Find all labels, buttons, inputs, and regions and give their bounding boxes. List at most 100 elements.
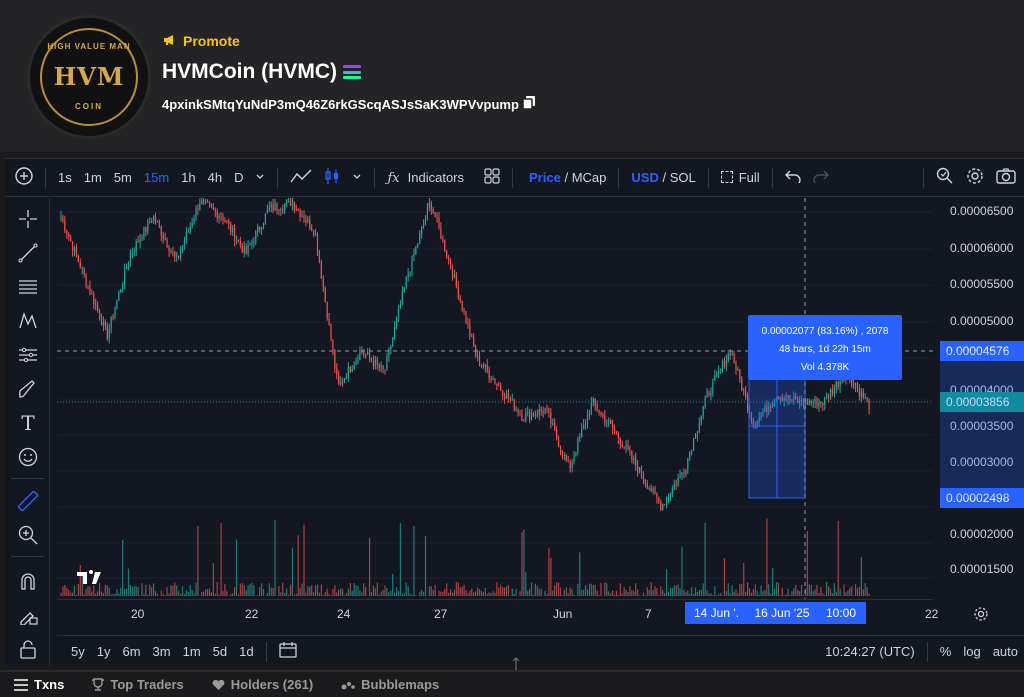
log-toggle[interactable]: log [957, 644, 986, 659]
quick-search-icon[interactable] [930, 167, 960, 188]
candle-body [280, 209, 282, 211]
volume-bar [758, 594, 760, 596]
candle-body [490, 378, 492, 380]
volume-bar [409, 593, 411, 596]
zoom-in-icon[interactable] [17, 524, 39, 546]
tradingview-logo[interactable] [77, 570, 107, 586]
ruler-icon[interactable] [17, 490, 39, 512]
camera-icon[interactable] [990, 168, 1024, 187]
brush-icon[interactable] [17, 378, 39, 400]
volume-bar [532, 595, 535, 596]
candle-body [646, 483, 648, 489]
redo-icon[interactable] [807, 169, 835, 186]
line-chart-icon[interactable] [284, 168, 318, 187]
sol-option[interactable]: SOL [670, 170, 696, 185]
tab-txns[interactable]: Txns [0, 677, 78, 692]
promote-button[interactable]: Promote [163, 33, 240, 49]
range-1m[interactable]: 1m [177, 644, 207, 659]
auto-toggle[interactable]: auto [987, 644, 1024, 659]
trendline-icon[interactable] [17, 242, 39, 264]
measure-volume: Vol 4.378K [800, 362, 850, 373]
indicators-button[interactable]: ƒx Indicators [381, 170, 470, 186]
volume-bar [735, 589, 737, 596]
price-mcap-toggle[interactable]: Price / MCap [519, 170, 612, 185]
candle-body [95, 304, 97, 306]
horizontal-lines-icon[interactable] [17, 276, 39, 298]
volume-bar [525, 572, 527, 596]
interval-D[interactable]: D [228, 170, 249, 185]
chevron-down-icon[interactable] [249, 170, 271, 185]
candle-body [210, 204, 213, 207]
candle-body [241, 245, 243, 253]
time-axis[interactable]: 20 22 24 27 Jun 7 22 14 Jun '. 16 Jun '2… [57, 599, 938, 625]
lock-icon[interactable] [17, 638, 39, 660]
price-option[interactable]: Price [529, 170, 561, 185]
volume-bar [773, 588, 776, 596]
price-axis[interactable]: 0.00006500 0.00006000 0.00005500 0.00005… [940, 198, 1024, 599]
utc-clock[interactable]: 10:24:27 (UTC) [819, 644, 921, 659]
range-1d[interactable]: 1d [233, 644, 259, 659]
range-5d[interactable]: 5d [207, 644, 233, 659]
pattern-icon[interactable] [17, 310, 39, 332]
candle-body [662, 504, 664, 511]
interval-1s[interactable]: 1s [52, 170, 78, 185]
volume-bar [318, 592, 321, 596]
text-tool-icon[interactable]: T [17, 411, 39, 435]
candlestick-icon[interactable] [318, 167, 346, 188]
volume-bar [546, 593, 548, 596]
volume-bar [62, 586, 64, 596]
chevron-down-icon[interactable] [346, 170, 368, 185]
candle-body [124, 268, 126, 284]
volume-bar [550, 557, 552, 596]
volume-bar [73, 585, 76, 596]
tab-top-traders[interactable]: Top Traders [78, 677, 197, 692]
candle-body [401, 291, 403, 305]
add-symbol-icon[interactable] [5, 167, 39, 188]
copy-icon[interactable] [522, 96, 536, 112]
currency-toggle[interactable]: USD / SOL [625, 170, 701, 185]
tab-holders[interactable]: Holders (261) [198, 677, 327, 692]
interval-1h[interactable]: 1h [175, 170, 201, 185]
emoji-icon[interactable] [17, 446, 39, 468]
candle-body [459, 297, 461, 301]
lock-drawing-icon[interactable] [17, 604, 39, 626]
usd-option[interactable]: USD [631, 170, 658, 185]
layout-grid-icon[interactable] [470, 168, 506, 187]
volume-bar [210, 592, 213, 596]
interval-1m[interactable]: 1m [78, 170, 108, 185]
volume-bar [623, 587, 625, 596]
range-3m[interactable]: 3m [147, 644, 177, 659]
tab-bubblemaps[interactable]: Bubblemaps [327, 677, 453, 692]
range-5y[interactable]: 5y [57, 644, 91, 659]
candle-body [372, 361, 375, 367]
volume-bar [613, 594, 616, 596]
y-tick: 0.00002000 [950, 527, 1014, 541]
interval-15m[interactable]: 15m [138, 170, 175, 185]
volume-bar [604, 582, 606, 596]
candle-body [365, 354, 367, 356]
candle-body [394, 326, 396, 338]
axis-settings-icon[interactable] [973, 606, 989, 627]
candle-body [654, 488, 656, 493]
volume-bar [291, 548, 294, 596]
price-chart-plot[interactable]: 0.00002077 (83.16%) , 2078 48 bars, 1d 2… [57, 198, 933, 599]
forecast-icon[interactable] [17, 344, 39, 366]
mcap-option[interactable]: MCap [572, 170, 607, 185]
range-1y[interactable]: 1y [91, 644, 117, 659]
candle-body [415, 246, 417, 255]
volume-bar [455, 582, 457, 596]
percent-toggle[interactable]: % [934, 644, 958, 659]
range-6m[interactable]: 6m [116, 644, 146, 659]
interval-4h[interactable]: 4h [202, 170, 228, 185]
candle-body [746, 396, 749, 411]
candle-body [320, 262, 322, 279]
undo-icon[interactable] [779, 169, 807, 186]
candle-body [133, 250, 135, 253]
gear-icon[interactable] [960, 167, 990, 188]
date-range-icon[interactable] [273, 641, 303, 662]
interval-5m[interactable]: 5m [108, 170, 138, 185]
magnet-icon[interactable] [17, 570, 39, 592]
toolbar-separator [277, 167, 279, 188]
crosshair-icon[interactable] [17, 208, 39, 230]
fullscreen-button[interactable]: Full [715, 170, 766, 185]
